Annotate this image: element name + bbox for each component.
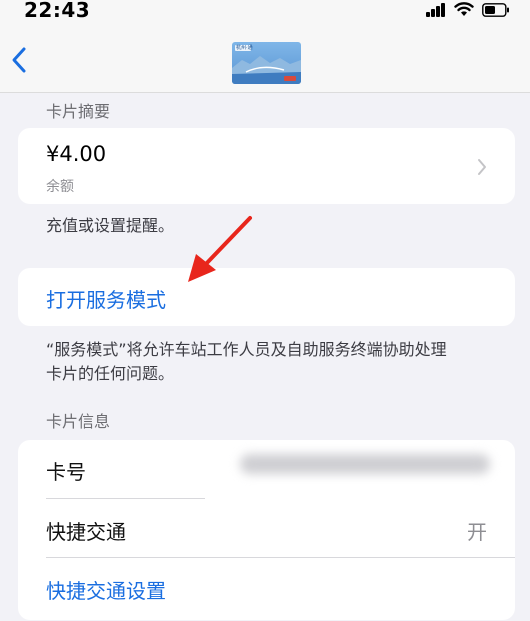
- battery-icon: [482, 2, 510, 21]
- card-image-caption: 杭州·通: [236, 45, 253, 51]
- screen: 22:43 杭州·通 卡片摘要 ¥4.00 余额 充值或设置提醒。 打开服务模式…: [0, 0, 530, 621]
- service-mode-description-line-1: “服务模式”将允许车站工作人员及自助服务终端协助处理: [46, 340, 447, 359]
- back-chevron-icon: [12, 47, 26, 73]
- chevron-right-icon: [477, 158, 487, 180]
- balance-amount: ¥4.00: [46, 142, 107, 166]
- back-button[interactable]: [4, 42, 34, 78]
- service-mode-row[interactable]: 打开服务模式: [18, 268, 515, 326]
- status-icons: [426, 2, 510, 21]
- wifi-icon: [454, 2, 474, 21]
- signal-icon: [426, 2, 446, 21]
- express-transit-settings-link[interactable]: 快捷交通设置: [46, 575, 166, 604]
- card-number-value-blurred: [240, 454, 490, 474]
- separator: [46, 557, 515, 558]
- card-info-group: 卡号 快捷交通 开 快捷交通设置: [18, 440, 515, 620]
- annotation-arrow-icon: [188, 216, 252, 282]
- card-number-label: 卡号: [46, 460, 86, 484]
- express-transit-value: 开: [467, 520, 487, 544]
- balance-label: 余额: [46, 179, 74, 195]
- balance-row[interactable]: ¥4.00 余额: [18, 128, 515, 204]
- section-label-card-info: 卡片信息: [46, 412, 111, 431]
- express-transit-label: 快捷交通: [46, 520, 126, 544]
- status-time: 22:43: [24, 0, 91, 22]
- service-mode-description: “服务模式”将允许车站工作人员及自助服务终端协助处理 卡片的任何问题。: [46, 338, 447, 386]
- nav-bar: 杭州·通: [0, 28, 530, 93]
- transit-card-image: 杭州·通: [232, 42, 301, 84]
- open-service-mode-link[interactable]: 打开服务模式: [46, 284, 166, 313]
- section-label-summary: 卡片摘要: [46, 102, 111, 121]
- summary-footnote: 充值或设置提醒。: [46, 216, 175, 235]
- status-bar: 22:43: [0, 0, 530, 28]
- service-mode-description-line-2: 卡片的任何问题。: [46, 364, 175, 383]
- express-transit-row[interactable]: 快捷交通 开: [18, 499, 515, 557]
